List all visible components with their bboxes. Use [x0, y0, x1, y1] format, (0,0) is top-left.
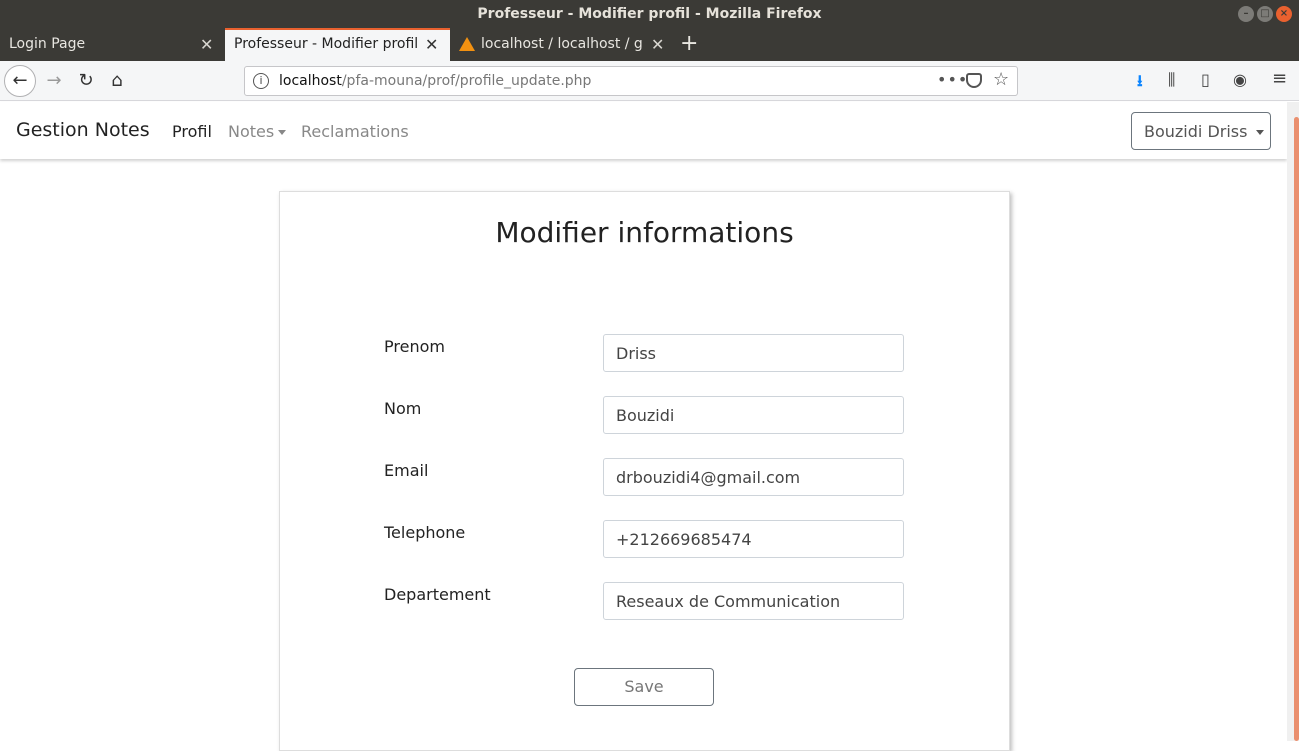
prenom-field[interactable]	[603, 334, 904, 372]
nom-field[interactable]	[603, 396, 904, 434]
profile-form-card: Modifier informations Prenom Nom Email T…	[279, 191, 1010, 751]
chevron-down-icon	[1256, 130, 1265, 135]
close-tab-icon[interactable]: ✕	[200, 35, 213, 54]
nav-link-reclamations[interactable]: Reclamations	[301, 122, 409, 141]
close-tab-icon[interactable]: ✕	[425, 35, 438, 54]
label-email: Email	[384, 461, 429, 480]
back-button[interactable]: ←	[4, 65, 36, 97]
forward-button[interactable]: →	[38, 65, 70, 97]
address-bar[interactable]: i localhost/pfa-mouna/prof/profile_updat…	[244, 66, 1018, 96]
tab-label: Professeur - Modifier profil	[234, 36, 419, 52]
account-icon[interactable]: ◉	[1233, 70, 1247, 89]
app-navbar: Gestion Notes Profil Notes Reclamations …	[0, 102, 1287, 159]
window-titlebar: Professeur - Modifier profil - Mozilla F…	[0, 0, 1299, 28]
url-text[interactable]: localhost/pfa-mouna/prof/profile_update.…	[279, 73, 591, 89]
form-heading: Modifier informations	[495, 216, 794, 249]
brand-link[interactable]: Gestion Notes	[16, 119, 150, 141]
sidebar-icon[interactable]: ▯	[1201, 70, 1210, 89]
minimize-button[interactable]: –	[1238, 6, 1254, 22]
label-prenom: Prenom	[384, 337, 445, 356]
nav-dropdown-notes[interactable]: Notes	[228, 122, 287, 141]
tab-label: Login Page	[9, 36, 86, 52]
maximize-button[interactable]: □	[1257, 6, 1273, 22]
close-tab-icon[interactable]: ✕	[651, 35, 664, 54]
telephone-field[interactable]	[603, 520, 904, 558]
home-button[interactable]: ⌂	[101, 65, 133, 97]
download-icon[interactable]: ⭳	[1137, 70, 1143, 97]
pocket-icon[interactable]	[966, 73, 982, 88]
tab-phpmyadmin[interactable]: localhost / localhost / ge ✕	[451, 28, 673, 61]
browser-toolbar: ← → ↻ ⌂ i localhost/pfa-mouna/prof/profi…	[0, 61, 1299, 101]
hamburger-menu-icon[interactable]: ≡	[1272, 68, 1287, 89]
phpmyadmin-icon	[459, 37, 475, 51]
page-scrollbar[interactable]	[1287, 102, 1299, 741]
scrollbar-thumb[interactable]	[1294, 117, 1299, 741]
label-nom: Nom	[384, 399, 422, 418]
chevron-down-icon	[278, 130, 287, 135]
nav-link-profil[interactable]: Profil	[172, 122, 212, 141]
page-actions-icon[interactable]: •••	[937, 70, 968, 89]
save-button[interactable]: Save	[574, 668, 714, 706]
close-window-button[interactable]: ×	[1276, 6, 1292, 22]
tab-strip: Login Page ✕ Professeur - Modifier profi…	[0, 28, 1299, 61]
reload-button[interactable]: ↻	[70, 65, 102, 97]
departement-field[interactable]	[603, 582, 904, 620]
site-info-icon[interactable]: i	[253, 73, 269, 89]
user-dropdown-button[interactable]: Bouzidi Driss	[1131, 112, 1271, 150]
library-icon[interactable]: ⫼	[1168, 70, 1175, 90]
tab-login-page[interactable]: Login Page ✕	[0, 28, 224, 61]
new-tab-icon[interactable]: +	[680, 31, 698, 56]
label-departement: Departement	[384, 585, 491, 604]
email-field[interactable]	[603, 458, 904, 496]
tab-label: localhost / localhost / ge	[481, 36, 643, 52]
window-title: Professeur - Modifier profil - Mozilla F…	[477, 6, 822, 22]
bookmark-star-icon[interactable]: ☆	[993, 69, 1009, 90]
label-telephone: Telephone	[384, 523, 466, 542]
tab-modifier-profil[interactable]: Professeur - Modifier profil ✕	[225, 28, 450, 61]
